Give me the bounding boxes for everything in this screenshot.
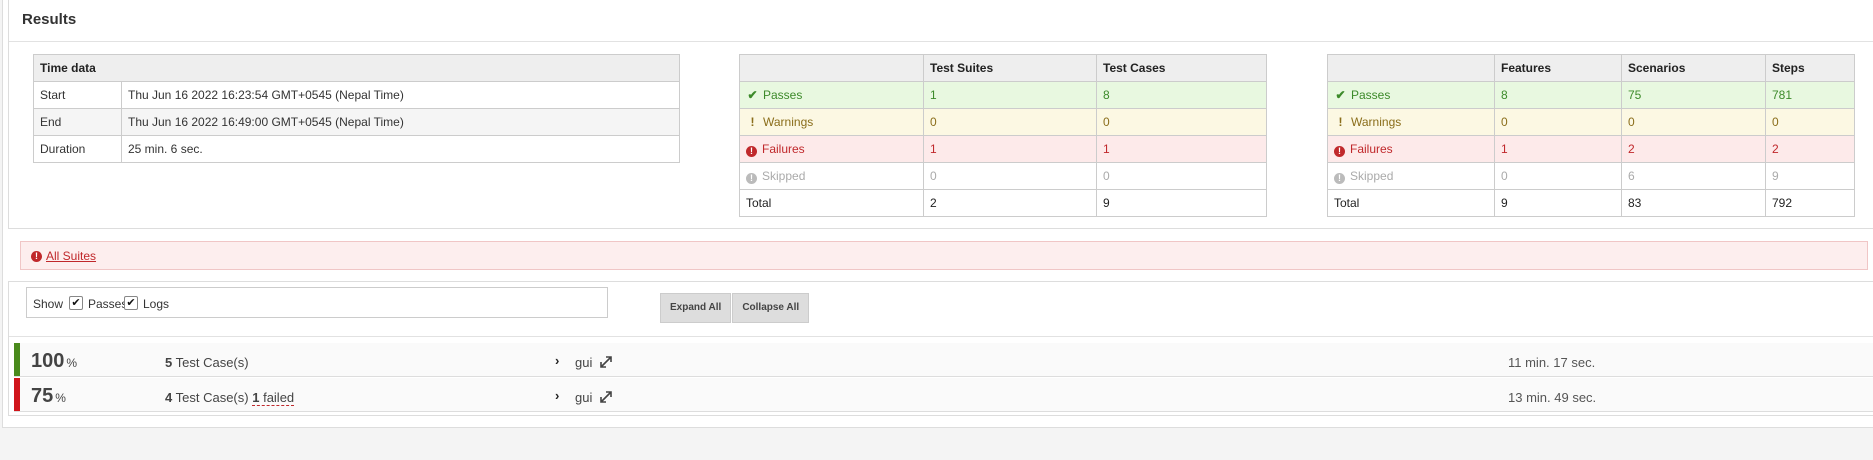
show-label: Show xyxy=(33,297,64,311)
exclamation-icon: ! xyxy=(750,115,755,129)
suite-row[interactable]: 100% 5 Test Case(s) › gui 11 min. 17 sec… xyxy=(14,343,1873,377)
expand-collapse-group: Expand All Collapse All xyxy=(660,293,810,323)
table-cell: 8 xyxy=(1096,81,1267,109)
failures-row-label: ! Failures xyxy=(1327,135,1495,163)
total-row-label: Total xyxy=(739,189,924,217)
suite-name: gui xyxy=(575,390,593,405)
end-value: Thu Jun 16 2022 16:49:00 GMT+0545 (Nepal… xyxy=(121,108,680,136)
table-cell: 0 xyxy=(1096,162,1267,190)
suite-duration: 13 min. 49 sec. xyxy=(1508,390,1597,405)
table-cell: 0 xyxy=(1765,108,1855,136)
failed-count[interactable]: 1 failed xyxy=(252,390,295,406)
divider xyxy=(9,336,1873,337)
passes-row-label: ✔ Passes xyxy=(739,81,924,109)
total-row-label: Total xyxy=(1327,189,1495,217)
start-label: Start xyxy=(33,81,122,109)
all-suites-link[interactable]: All Suites xyxy=(46,249,96,263)
table-cell: 2 xyxy=(1765,135,1855,163)
passes-checkbox[interactable]: ✔ xyxy=(69,296,83,310)
time-data-header: Time data xyxy=(33,54,680,82)
warnings-row-label: ! Warnings xyxy=(739,108,924,136)
table-cell: 0 xyxy=(1494,108,1622,136)
collapse-all-button[interactable]: Collapse All xyxy=(732,293,810,323)
suite-table-corner xyxy=(739,54,924,82)
skip-circle-icon: ! xyxy=(746,172,757,184)
table-cell: 781 xyxy=(1765,81,1855,109)
test-case-count: 5 Test Case(s) xyxy=(165,355,249,370)
passes-row-label: ✔ Passes xyxy=(1327,81,1495,109)
table-cell: 9 xyxy=(1096,189,1267,217)
status-bar xyxy=(14,343,20,376)
end-label: End xyxy=(33,108,122,136)
steps-header: Steps xyxy=(1765,54,1855,82)
scenarios-header: Scenarios xyxy=(1621,54,1766,82)
divider xyxy=(9,41,1873,42)
table-cell: 0 xyxy=(1621,108,1766,136)
test-case-count: 4 Test Case(s) 1 failed xyxy=(165,390,295,406)
time-data-table: Time data Start Thu Jun 16 2022 16:23:54… xyxy=(33,54,680,163)
status-bar xyxy=(14,378,20,411)
test-suites-header: Test Suites xyxy=(923,54,1097,82)
features-header: Features xyxy=(1494,54,1622,82)
skip-circle-icon: ! xyxy=(1334,172,1345,184)
error-circle-icon: ! xyxy=(31,251,42,262)
start-value: Thu Jun 16 2022 16:23:54 GMT+0545 (Nepal… xyxy=(121,81,680,109)
chevron-right-icon[interactable]: › xyxy=(555,353,559,368)
suite-summary-table: Test Suites Test Cases ✔ Passes 1 8 ! Warn… xyxy=(739,54,1267,217)
table-cell: 0 xyxy=(923,162,1097,190)
table-cell: 0 xyxy=(1096,108,1267,136)
expand-arrows-icon[interactable] xyxy=(599,390,613,407)
suite-name: gui xyxy=(575,355,593,370)
table-cell: 9 xyxy=(1494,189,1622,217)
duration-value: 25 min. 6 sec. xyxy=(121,135,680,163)
table-cell: 6 xyxy=(1621,162,1766,190)
error-circle-icon: ! xyxy=(746,145,757,157)
warnings-row-label: ! Warnings xyxy=(1327,108,1495,136)
test-cases-header: Test Cases xyxy=(1096,54,1267,82)
failures-row-label: ! Failures xyxy=(739,135,924,163)
duration-label: Duration xyxy=(33,135,122,163)
show-filter-box: Show ✔ Passes ✔ Logs xyxy=(26,287,608,318)
expand-all-button[interactable]: Expand All xyxy=(660,293,732,323)
table-cell: 2 xyxy=(923,189,1097,217)
results-title: Results xyxy=(22,11,77,28)
skipped-row-label: ! Skipped xyxy=(739,162,924,190)
table-cell: 1 xyxy=(923,135,1097,163)
feature-summary-table: Features Scenarios Steps ✔ Passes 8 75 78… xyxy=(1327,54,1855,217)
skipped-row-label: ! Skipped xyxy=(1327,162,1495,190)
table-cell: 0 xyxy=(1494,162,1622,190)
expand-arrows-icon[interactable] xyxy=(599,355,613,372)
table-cell: 9 xyxy=(1765,162,1855,190)
check-icon: ✔ xyxy=(747,88,758,102)
table-cell: 1 xyxy=(1096,135,1267,163)
table-cell: 792 xyxy=(1765,189,1855,217)
all-suites-banner: ! All Suites xyxy=(20,241,1868,270)
table-cell: 0 xyxy=(923,108,1097,136)
feature-table-corner xyxy=(1327,54,1495,82)
logs-checkbox-label: Logs xyxy=(143,297,170,311)
table-cell: 83 xyxy=(1621,189,1766,217)
pass-percentage: 75% xyxy=(31,385,66,407)
table-cell: 1 xyxy=(1494,135,1622,163)
table-cell: 1 xyxy=(923,81,1097,109)
suite-duration: 11 min. 17 sec. xyxy=(1508,355,1596,370)
pass-percentage: 100% xyxy=(31,350,78,372)
chevron-right-icon[interactable]: › xyxy=(555,388,559,403)
passes-checkbox-label: Passes xyxy=(88,297,128,311)
suite-row[interactable]: 75% 4 Test Case(s) 1 failed › gui 13 min… xyxy=(14,378,1873,412)
error-circle-icon: ! xyxy=(1334,145,1345,157)
table-cell: 8 xyxy=(1494,81,1622,109)
table-cell: 75 xyxy=(1621,81,1766,109)
exclamation-icon: ! xyxy=(1338,115,1343,129)
table-cell: 2 xyxy=(1621,135,1766,163)
check-icon: ✔ xyxy=(1335,88,1346,102)
logs-checkbox[interactable]: ✔ xyxy=(124,296,138,310)
